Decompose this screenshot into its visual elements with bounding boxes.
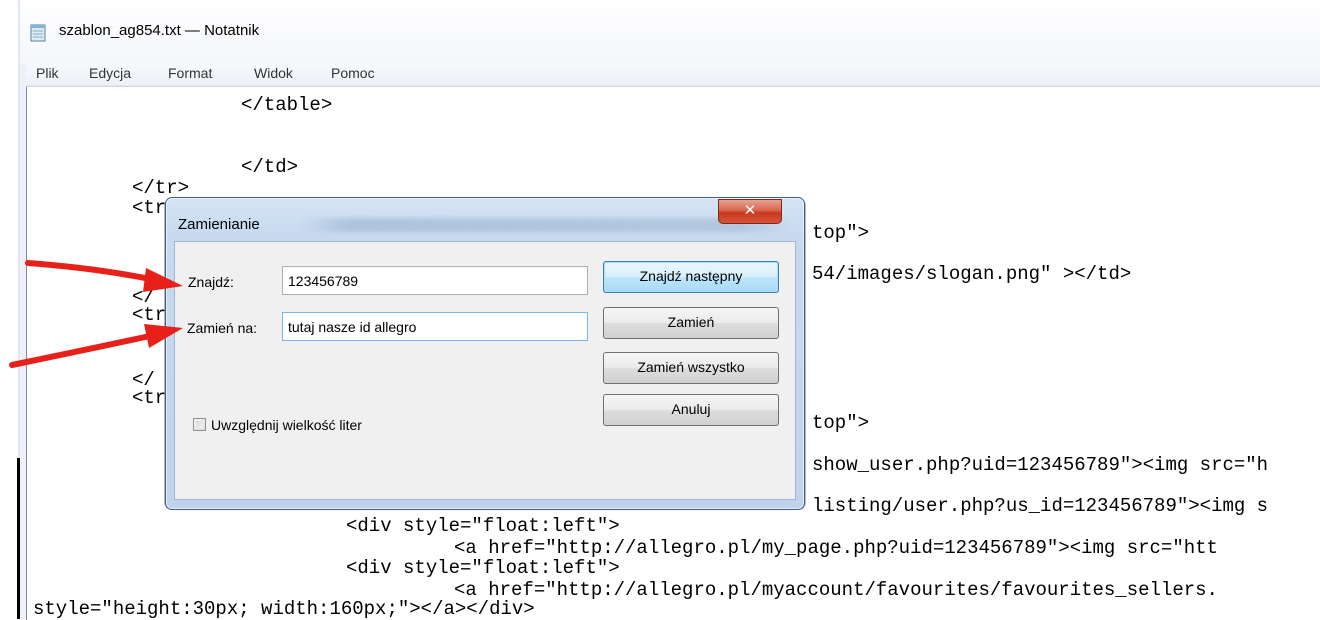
arrow-to-find-field	[25, 260, 183, 292]
annotation-arrows	[9, 260, 183, 368]
arrow-to-replace-field	[9, 324, 183, 368]
